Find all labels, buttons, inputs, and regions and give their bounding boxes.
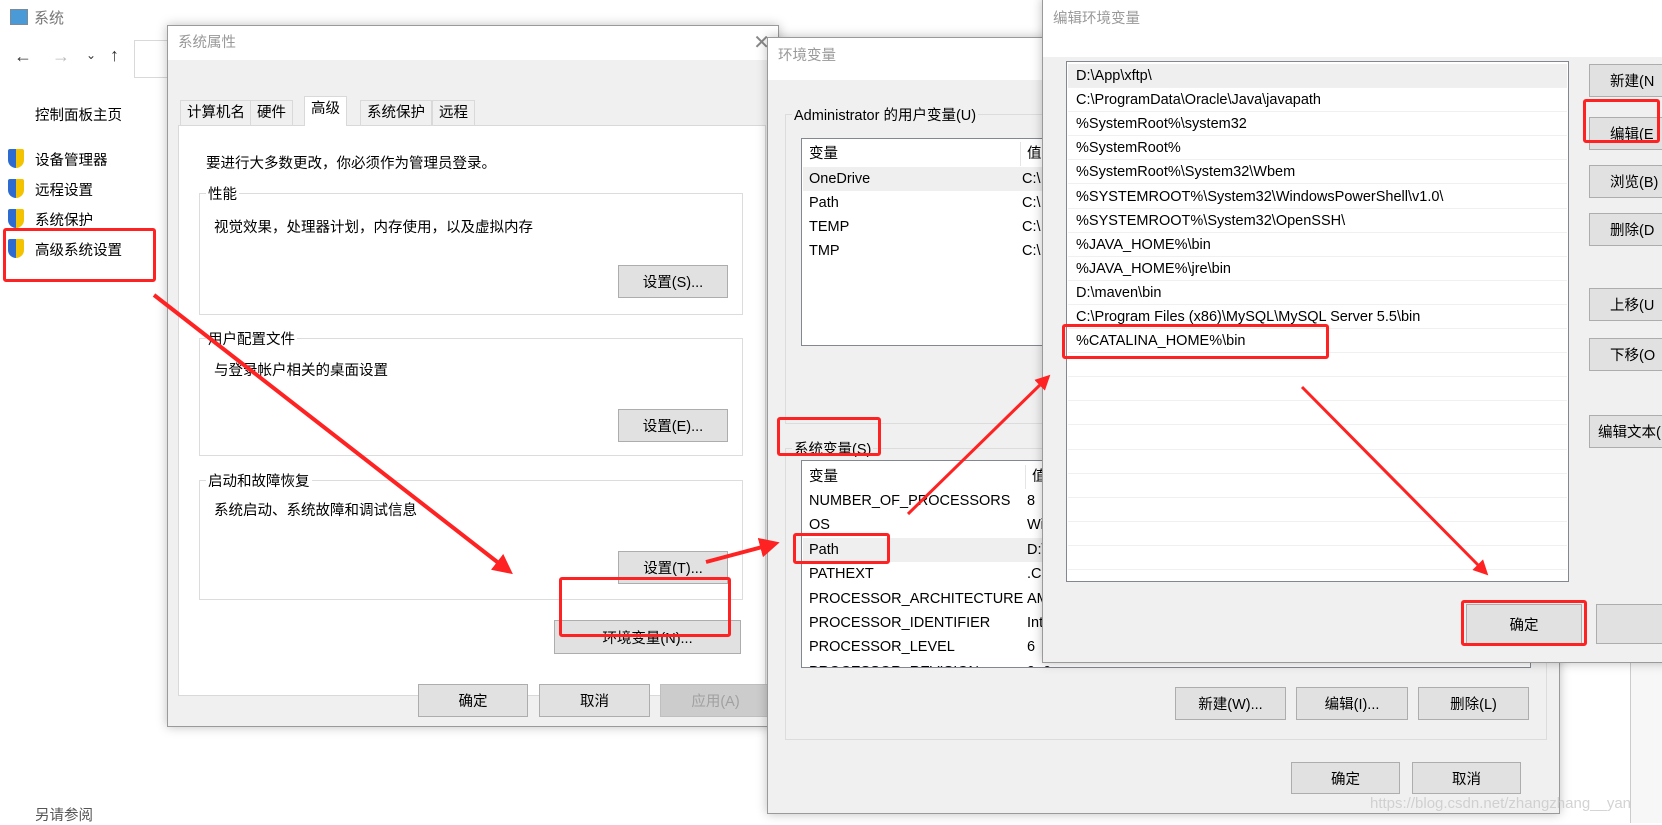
new-entry-button[interactable]: 新建(N (1589, 64, 1662, 97)
computer-icon (10, 9, 28, 25)
empty-row[interactable] (1068, 522, 1567, 546)
forward-button[interactable]: → (52, 46, 70, 67)
shield-icon (8, 149, 24, 168)
tab-hardware[interactable]: 硬件 (250, 100, 293, 125)
performance-group: 性能 视觉效果，处理器计划，内存使用，以及虚拟内存 设置(S)... (199, 183, 743, 315)
var-name: OneDrive (809, 171, 871, 187)
cancel-button[interactable] (1596, 604, 1662, 644)
apply-button[interactable]: 应用(A) (660, 684, 771, 717)
dialog-title: 系统属性 (178, 35, 236, 51)
ok-button[interactable]: 确定 (418, 684, 528, 717)
sidebar-item-label: 设备管理器 (35, 153, 108, 169)
sidebar-item-label: 远程设置 (35, 183, 93, 199)
path-entry[interactable]: %SYSTEMROOT%\System32\OpenSSH\ (1068, 209, 1567, 233)
empty-row[interactable] (1068, 426, 1567, 450)
annotation-box (793, 533, 890, 564)
var-name: PROCESSOR_ARCHITECTURE (809, 590, 1024, 607)
user-profile-settings-button[interactable]: 设置(E)... (618, 409, 728, 442)
path-entry[interactable]: D:\App\xftp\ (1068, 64, 1567, 88)
tab-remote[interactable]: 远程 (432, 100, 475, 125)
path-entry[interactable]: C:\ProgramData\Oracle\Java\javapath (1068, 88, 1567, 113)
path-entry[interactable]: %SystemRoot%\System32\Wbem (1068, 160, 1567, 185)
ok-button[interactable]: 确定 (1291, 762, 1400, 794)
annotation-box (559, 577, 731, 637)
move-up-button[interactable]: 上移(U (1589, 288, 1662, 321)
empty-row[interactable] (1068, 377, 1567, 402)
title-bar: 编辑环境变量 (1043, 0, 1662, 57)
var-name: OS (809, 517, 830, 534)
path-entry[interactable]: D:\maven\bin (1068, 281, 1567, 305)
empty-row[interactable] (1068, 546, 1567, 570)
watermark: https://blog.csdn.net/zhangzhang__yan (1370, 795, 1632, 812)
cancel-button[interactable]: 取消 (539, 684, 650, 717)
delete-entry-button[interactable]: 删除(D (1589, 213, 1662, 246)
var-value: C:\ (1022, 171, 1041, 187)
group-label: 启动和故障恢复 (206, 470, 312, 491)
new-system-variable-button[interactable]: 新建(W)... (1175, 687, 1286, 720)
annotation-box (3, 228, 156, 282)
var-name: PROCESSOR_REVISION (809, 664, 979, 667)
annotation-box (1583, 99, 1660, 143)
var-value: C:\ (1022, 219, 1041, 235)
up-button[interactable]: ↑ (110, 45, 119, 66)
tab-advanced[interactable]: 高级 (304, 96, 347, 126)
empty-row[interactable] (1068, 498, 1567, 522)
var-value: C:\ (1022, 243, 1041, 259)
var-value: Int (1027, 615, 1044, 631)
window-title: 系统 (34, 10, 65, 27)
path-entry[interactable]: %SYSTEMROOT%\System32\WindowsPowerShell\… (1068, 185, 1567, 209)
admin-notice: 要进行大多数更改，你必须作为管理员登录。 (206, 156, 496, 172)
group-label: Administrator 的用户变量(U) (792, 104, 979, 125)
tab-system-protection[interactable]: 系统保护 (360, 100, 432, 125)
dialog-title: 环境变量 (778, 48, 836, 64)
dialog-title: 编辑环境变量 (1053, 11, 1140, 27)
browse-button[interactable]: 浏览(B) (1589, 165, 1662, 198)
var-name: PROCESSOR_LEVEL (809, 639, 955, 656)
var-name: TMP (809, 243, 840, 259)
path-entry[interactable]: %SystemRoot%\system32 (1068, 112, 1567, 137)
control-panel-home-link[interactable]: 控制面板主页 (35, 104, 122, 125)
path-entry[interactable]: %JAVA_HOME%\jre\bin (1068, 257, 1567, 281)
sidebar-item-label: 系统保护 (35, 213, 93, 229)
delete-system-variable-button[interactable]: 删除(L) (1418, 687, 1529, 720)
empty-row[interactable] (1068, 474, 1567, 498)
path-entry[interactable]: %SystemRoot% (1068, 136, 1567, 161)
recent-dropdown[interactable]: ⌄ (86, 48, 96, 62)
tab-computer-name[interactable]: 计算机名 (180, 100, 252, 125)
edit-text-button[interactable]: 编辑文本( (1589, 415, 1662, 448)
var-name: PROCESSOR_IDENTIFIER (809, 615, 991, 631)
path-entries-list[interactable]: D:\App\xftp\ C:\ProgramData\Oracle\Java\j… (1066, 61, 1569, 582)
empty-row[interactable] (1068, 401, 1567, 426)
see-also-label: 另请参阅 (35, 808, 93, 824)
var-name: Path (809, 195, 839, 211)
group-label: 用户配置文件 (206, 328, 297, 349)
group-description: 与登录帐户相关的桌面设置 (214, 363, 388, 379)
edit-system-variable-button[interactable]: 编辑(I)... (1296, 687, 1408, 720)
var-value: 6 (1027, 639, 1036, 656)
title-bar: 系统属性 (168, 26, 778, 60)
annotation-box (777, 417, 881, 456)
var-value: 8 (1027, 493, 1036, 509)
user-profile-group: 用户配置文件 与登录帐户相关的桌面设置 设置(E)... (199, 328, 743, 456)
shield-icon (8, 179, 24, 198)
path-entry[interactable]: %JAVA_HOME%\bin (1068, 233, 1567, 257)
empty-row[interactable] (1068, 450, 1567, 474)
var-value: C:\ (1022, 195, 1041, 211)
annotation-box (1062, 324, 1329, 359)
var-name: NUMBER_OF_PROCESSORS (809, 493, 1011, 509)
group-label: 性能 (206, 183, 239, 204)
shield-icon (8, 209, 24, 228)
annotation-box (1461, 600, 1587, 646)
back-button[interactable]: ← (14, 46, 32, 67)
var-name: PATHEXT (809, 566, 874, 583)
group-description: 系统启动、系统故障和调试信息 (214, 503, 417, 519)
cancel-button[interactable]: 取消 (1412, 762, 1521, 794)
performance-settings-button[interactable]: 设置(S)... (618, 265, 728, 298)
group-description: 视觉效果，处理器计划，内存使用，以及虚拟内存 (214, 220, 533, 236)
move-down-button[interactable]: 下移(O (1589, 338, 1662, 371)
var-name: TEMP (809, 219, 850, 235)
